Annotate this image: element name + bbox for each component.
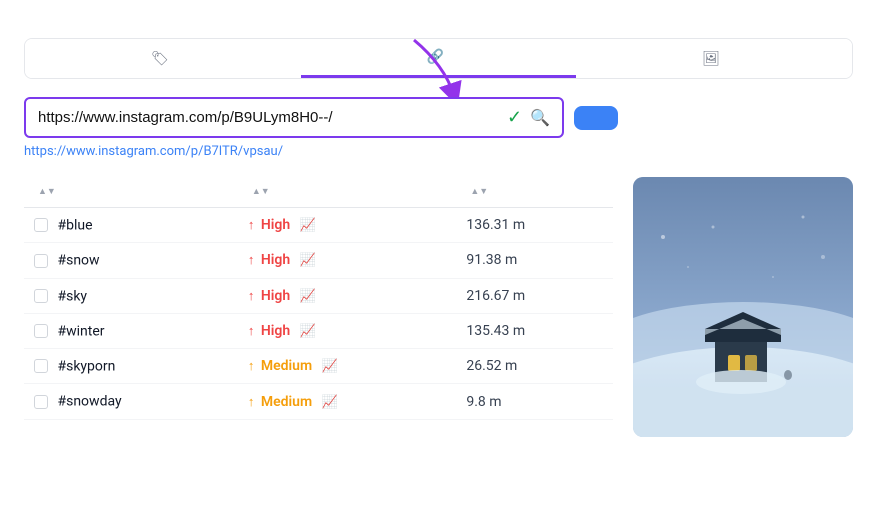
sort-hashtag[interactable]: ▲▼ bbox=[38, 188, 56, 197]
difficulty-arrow-icon: ↑ bbox=[248, 395, 255, 410]
photo-icon: 🖼 bbox=[702, 51, 720, 67]
trend-chart-icon[interactable]: 📈 bbox=[300, 253, 316, 268]
main-content: ▲▼ ▲▼ ▲▼ #blue ↑ bbox=[24, 177, 853, 437]
difficulty-label: High bbox=[261, 217, 290, 233]
search-icon[interactable]: 🔍 bbox=[530, 108, 550, 127]
hashtag-cell: #snowday bbox=[24, 384, 238, 419]
hashtag-checkbox[interactable] bbox=[34, 395, 48, 409]
difficulty-cell: ↑ Medium 📈 bbox=[238, 384, 457, 419]
table-row: #blue ↑ High 📈 136.31 m bbox=[24, 208, 613, 243]
hashtag-name: #snow bbox=[57, 253, 99, 269]
volume-cell: 26.52 m bbox=[456, 349, 613, 384]
table-row: #snowday ↑ Medium 📈 9.8 m bbox=[24, 384, 613, 419]
hashtag-checkbox[interactable] bbox=[34, 218, 48, 232]
tab-url[interactable]: 🔗 bbox=[301, 39, 577, 78]
difficulty-label: Medium bbox=[261, 394, 312, 410]
difficulty-cell: ↑ High 📈 bbox=[238, 278, 457, 313]
hashtag-table-section: ▲▼ ▲▼ ▲▼ #blue ↑ bbox=[24, 177, 613, 437]
volume-cell: 136.31 m bbox=[456, 208, 613, 243]
url-input-wrapper: ✓ 🔍 bbox=[24, 97, 564, 138]
hashtag-cell: #blue bbox=[24, 208, 238, 243]
trend-chart-icon[interactable]: 📈 bbox=[300, 218, 316, 233]
hashtag-cell: #skyporn bbox=[24, 349, 238, 384]
table-row: #snow ↑ High 📈 91.38 m bbox=[24, 243, 613, 278]
hashtag-name: #skyporn bbox=[57, 358, 115, 374]
hashtag-checkbox[interactable] bbox=[34, 324, 48, 338]
volume-cell: 216.67 m bbox=[456, 278, 613, 313]
check-icon: ✓ bbox=[507, 107, 522, 128]
generate-button[interactable] bbox=[574, 106, 618, 130]
difficulty-arrow-icon: ↑ bbox=[248, 359, 255, 374]
sort-volume[interactable]: ▲▼ bbox=[470, 188, 488, 197]
difficulty-arrow-icon: ↑ bbox=[248, 324, 255, 339]
col-hashtag: ▲▼ bbox=[24, 177, 238, 208]
table-row: #skyporn ↑ Medium 📈 26.52 m bbox=[24, 349, 613, 384]
difficulty-label: High bbox=[261, 252, 290, 268]
hashtag-name: #sky bbox=[57, 288, 87, 304]
hashtag-name: #blue bbox=[57, 217, 92, 233]
difficulty-cell: ↑ High 📈 bbox=[238, 243, 457, 278]
hashtag-name: #snowday bbox=[57, 394, 121, 410]
difficulty-cell: ↑ Medium 📈 bbox=[238, 349, 457, 384]
hashtag-checkbox[interactable] bbox=[34, 359, 48, 373]
hashtag-name: #winter bbox=[57, 323, 104, 339]
instagram-image bbox=[633, 177, 853, 437]
hashtag-checkbox[interactable] bbox=[34, 289, 48, 303]
difficulty-arrow-icon: ↑ bbox=[248, 289, 255, 304]
difficulty-arrow-icon: ↑ bbox=[248, 218, 255, 233]
volume-cell: 9.8 m bbox=[456, 384, 613, 419]
example-link[interactable]: https://www.instagram.com/p/B7lTR/vpsau/ bbox=[24, 144, 283, 159]
link-icon: 🔗 bbox=[427, 49, 444, 65]
tab-bar: 🏷 🔗 🖼 bbox=[24, 38, 853, 79]
hashtag-checkbox[interactable] bbox=[34, 254, 48, 268]
sort-difficulty[interactable]: ▲▼ bbox=[252, 188, 270, 197]
tag-icon: 🏷 bbox=[151, 51, 169, 67]
input-section: ✓ 🔍 bbox=[24, 97, 853, 138]
difficulty-cell: ↑ High 📈 bbox=[238, 208, 457, 243]
hashtag-cell: #sky bbox=[24, 278, 238, 313]
tab-photo[interactable]: 🖼 bbox=[576, 39, 852, 78]
volume-cell: 135.43 m bbox=[456, 313, 613, 348]
example-text: https://www.instagram.com/p/B7lTR/vpsau/ bbox=[24, 144, 853, 159]
url-row: ✓ 🔍 bbox=[24, 97, 853, 138]
difficulty-label: High bbox=[261, 323, 290, 339]
volume-cell: 91.38 m bbox=[456, 243, 613, 278]
trend-chart-icon[interactable]: 📈 bbox=[322, 395, 338, 410]
url-input[interactable] bbox=[38, 109, 501, 126]
col-difficulty: ▲▼ bbox=[238, 177, 457, 208]
trend-chart-icon[interactable]: 📈 bbox=[300, 289, 316, 304]
trend-chart-icon[interactable]: 📈 bbox=[322, 359, 338, 374]
tab-keyword[interactable]: 🏷 bbox=[25, 39, 301, 78]
trend-chart-icon[interactable]: 📈 bbox=[300, 324, 316, 339]
table-row: #winter ↑ High 📈 135.43 m bbox=[24, 313, 613, 348]
difficulty-cell: ↑ High 📈 bbox=[238, 313, 457, 348]
difficulty-label: High bbox=[261, 288, 290, 304]
hashtag-cell: #winter bbox=[24, 313, 238, 348]
difficulty-label: Medium bbox=[261, 358, 312, 374]
hashtag-cell: #snow bbox=[24, 243, 238, 278]
col-volume: ▲▼ bbox=[456, 177, 613, 208]
hashtag-table: ▲▼ ▲▼ ▲▼ #blue ↑ bbox=[24, 177, 613, 420]
instagram-image-section bbox=[633, 177, 853, 437]
difficulty-arrow-icon: ↑ bbox=[248, 253, 255, 268]
table-row: #sky ↑ High 📈 216.67 m bbox=[24, 278, 613, 313]
